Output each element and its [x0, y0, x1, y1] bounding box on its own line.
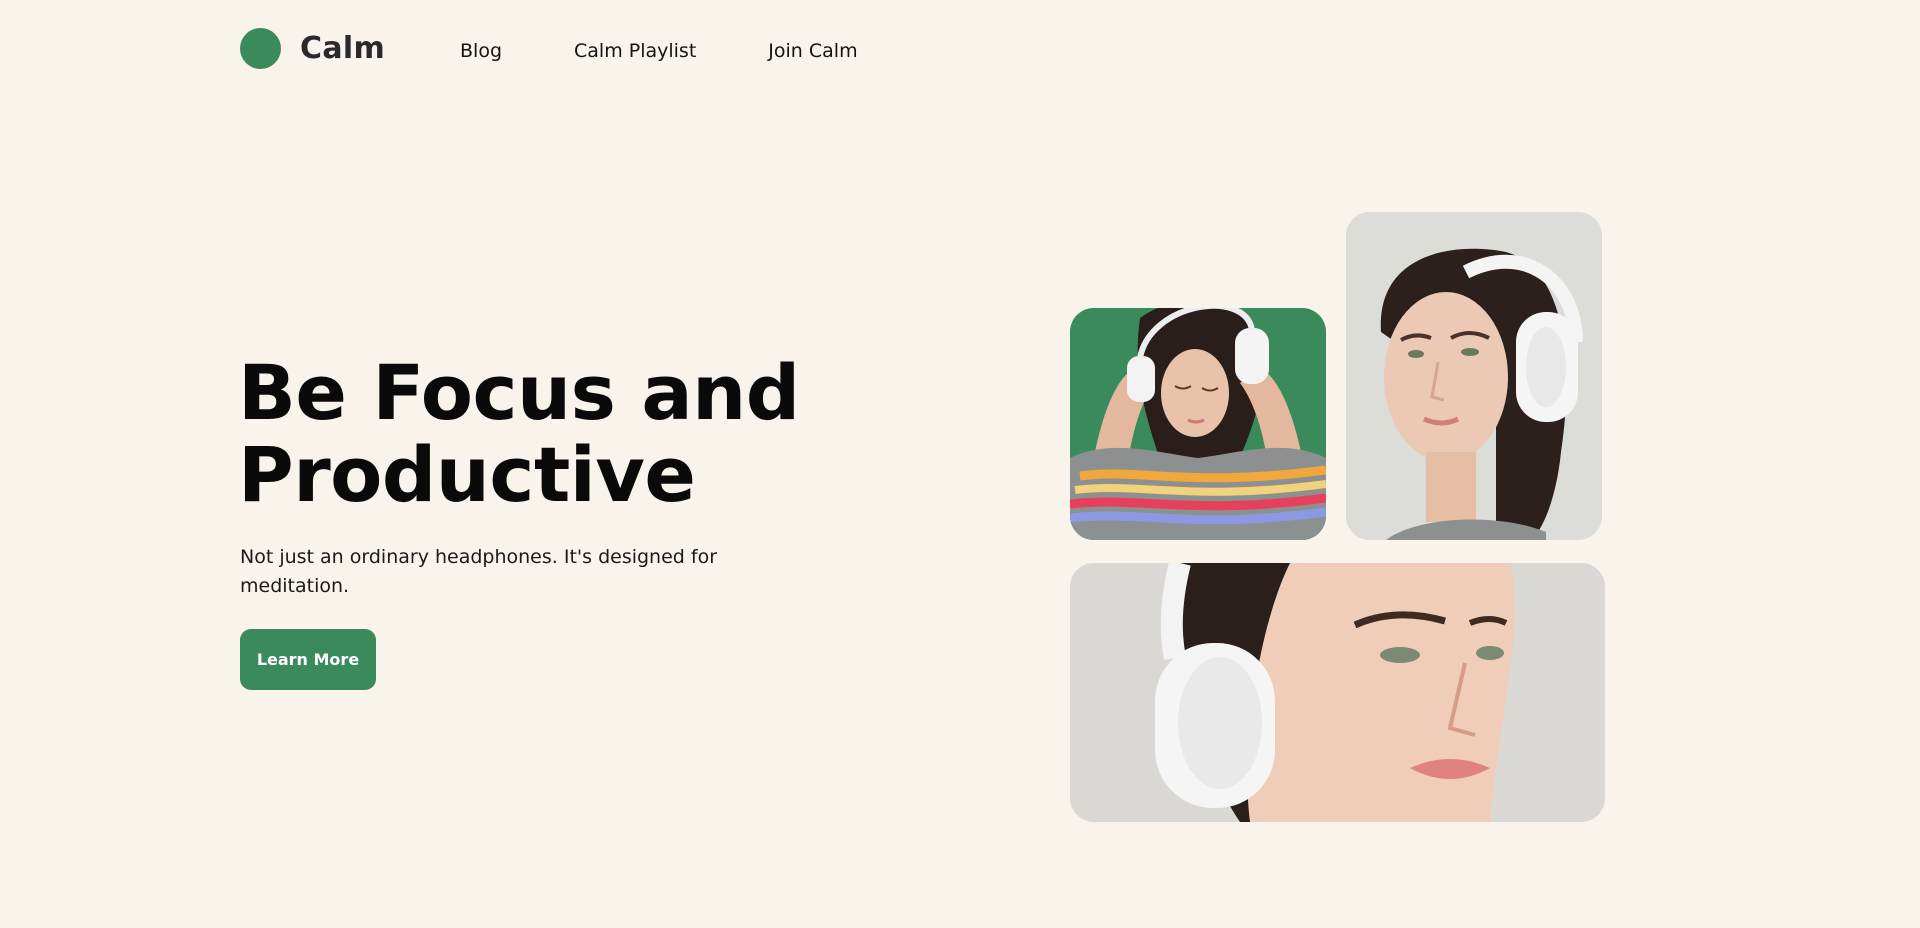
nav-link-join-calm[interactable]: Join Calm [768, 40, 857, 62]
hero-title-line-2: Productive [238, 430, 696, 519]
image-woman-headphones-closeup [1070, 563, 1605, 822]
nav-links: Blog Calm Playlist Join Calm [460, 40, 858, 62]
brand-name: Calm [300, 30, 386, 66]
photo-woman-headphones-icon [1070, 563, 1605, 822]
hero-title-line-1: Be Focus and [238, 348, 800, 437]
image-woman-headphones-green [1070, 308, 1326, 540]
hero-subtitle: Not just an ordinary headphones. It's de… [240, 546, 718, 597]
hero-title: Be Focus and Productive [238, 352, 838, 516]
photo-woman-headphones-icon [1346, 212, 1602, 540]
nav-link-blog[interactable]: Blog [460, 40, 502, 62]
brand-logo[interactable]: Calm [240, 27, 386, 69]
photo-woman-headphones-icon [1070, 308, 1326, 540]
image-woman-headphones-portrait [1346, 212, 1602, 540]
logo-circle-icon [240, 27, 281, 69]
learn-more-button[interactable]: Learn More [240, 629, 376, 690]
top-nav: Calm Blog Calm Playlist Join Calm [240, 26, 858, 70]
nav-link-calm-playlist[interactable]: Calm Playlist [574, 40, 696, 62]
